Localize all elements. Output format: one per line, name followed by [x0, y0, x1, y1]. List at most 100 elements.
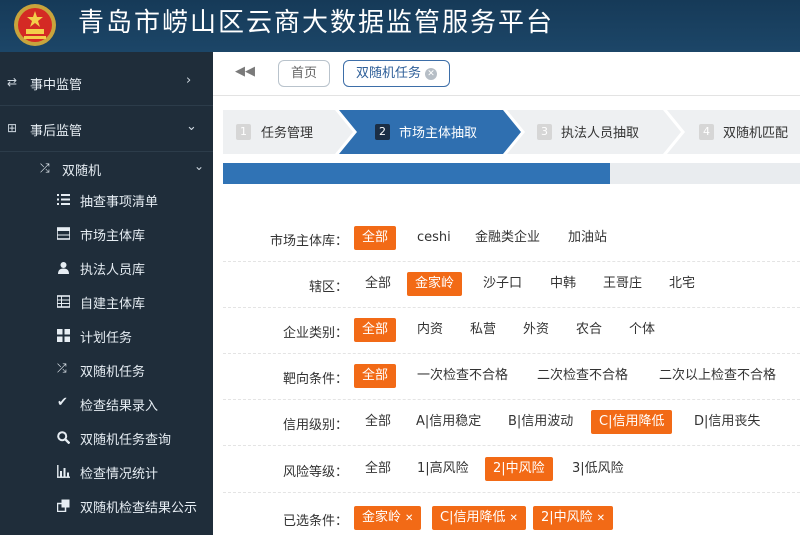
filter-row-district: 辖区： 全部 金家岭 沙子口 中韩 王哥庄 北宅 [223, 262, 800, 308]
filter-option-high-risk[interactable]: 1|高风险 [409, 457, 477, 481]
sidebar-item-custom-entity-library[interactable]: 自建主体库 [0, 285, 213, 319]
sidebar-item-label: 市场主体库 [80, 229, 146, 244]
filter-label: 已选条件： [282, 514, 348, 529]
step-task-management[interactable]: 1 任务管理 [223, 110, 353, 154]
selected-conditions-row: 已选条件： 金家岭 ✕ C|信用降低 ✕ 2|中风险 ✕ [223, 496, 800, 535]
filter-option-shazikou[interactable]: 沙子口 [475, 272, 530, 296]
sidebar-item-label: 自建主体库 [80, 297, 146, 312]
filter-label: 信用级别： [282, 418, 348, 433]
filter-option-individual[interactable]: 个体 [621, 318, 663, 342]
filter-option-first-fail[interactable]: 一次检查不合格 [409, 364, 516, 388]
sidebar-item-label: 事后监管 [30, 124, 83, 139]
step-number: 4 [699, 124, 714, 140]
filter-option-multi-fail[interactable]: 二次以上检查不合格 [651, 364, 784, 388]
filter-option-private[interactable]: 私营 [462, 318, 504, 342]
sidebar: ⇄ 事中监管 › ⊞ 事后监管 ⌄ ⤮ 双随机 ⌄ 抽查事项清单 市场主体库 执… [0, 52, 213, 535]
chip-label: C|信用降低 [440, 510, 506, 525]
filter-option-beizhai[interactable]: 北宅 [661, 272, 703, 296]
tab-label: 首页 [291, 66, 318, 81]
sidebar-item-task-query[interactable]: 双随机任务查询 [0, 421, 213, 455]
filter-option-mid-risk[interactable]: 2|中风险 [485, 457, 553, 481]
grid-table-icon [57, 295, 70, 308]
filter-option-wanggezhuang[interactable]: 王哥庄 [595, 272, 650, 296]
filter-option-jinjialing[interactable]: 金家岭 [407, 272, 463, 296]
filter-option-domestic[interactable]: 内资 [409, 318, 451, 342]
filter-row-credit-level: 信用级别： 全部 A|信用稳定 B|信用波动 C|信用降低 D|信用丧失 [223, 400, 800, 446]
remove-icon[interactable]: ✕ [405, 513, 413, 524]
filter-option-all[interactable]: 全部 [354, 318, 397, 342]
step-number: 2 [375, 124, 390, 140]
filter-option-low-risk[interactable]: 3|低风险 [564, 457, 632, 481]
filter-row-market-library: 市场主体库： 全部 ceshi 金融类企业 加油站 [223, 216, 800, 262]
step-number: 3 [537, 124, 552, 140]
filter-option-zhonghan[interactable]: 中韩 [542, 272, 584, 296]
filter-option-all[interactable]: 全部 [357, 410, 399, 434]
filter-option-ceshi[interactable]: ceshi [409, 226, 459, 250]
remove-icon[interactable]: ✕ [509, 513, 517, 524]
selected-chip[interactable]: 金家岭 ✕ [354, 506, 422, 530]
chip-label: 2|中风险 [541, 510, 593, 525]
step-wizard: 1 任务管理 2 市场主体抽取 3 执法人员抽取 4 双随机匹配 [223, 110, 800, 154]
sidebar-item-in-process-supervision[interactable]: ⇄ 事中监管 › [0, 60, 213, 106]
step-label: 执法人员抽取 [561, 126, 640, 141]
filter-label: 风险等级： [282, 465, 348, 480]
filter-option-all[interactable]: 全部 [354, 226, 397, 250]
filter-label: 辖区： [308, 280, 348, 295]
filter-label: 市场主体库： [269, 234, 348, 249]
progress-fill [223, 163, 610, 184]
shuffle-icon: ⤮ [57, 361, 67, 375]
step-enforcer-extraction[interactable]: 3 执法人员抽取 [507, 110, 681, 154]
sidebar-item-market-entity-library[interactable]: 市场主体库 [0, 217, 213, 251]
filter-option-cooperative[interactable]: 农合 [568, 318, 610, 342]
remove-icon[interactable]: ✕ [597, 513, 605, 524]
sidebar-item-label: 执法人员库 [80, 263, 146, 278]
filter-option-second-fail[interactable]: 二次检查不合格 [529, 364, 636, 388]
plus-square-icon: ⊞ [7, 121, 18, 135]
sidebar-item-label: 双随机任务 [80, 365, 146, 380]
sidebar-item-inspection-statistics[interactable]: 检查情况统计 [0, 455, 213, 489]
sidebar-item-label: 双随机任务查询 [80, 433, 172, 448]
filter-option-gas-station[interactable]: 加油站 [560, 226, 615, 250]
step-label: 任务管理 [261, 126, 314, 141]
filter-option-all[interactable]: 全部 [357, 272, 399, 296]
filter-option-credit-a[interactable]: A|信用稳定 [408, 410, 489, 434]
sidebar-item-result-publicity[interactable]: 双随机检查结果公示 [0, 489, 213, 523]
sidebar-group-double-random[interactable]: ⤮ 双随机 ⌄ [0, 152, 213, 186]
sidebar-item-enforcer-library[interactable]: 执法人员库 [0, 251, 213, 285]
filter-option-financial[interactable]: 金融类企业 [467, 226, 548, 250]
sidebar-item-plan-task[interactable]: 计划任务 [0, 319, 213, 353]
filter-option-foreign[interactable]: 外资 [515, 318, 557, 342]
selected-chip[interactable]: C|信用降低 ✕ [432, 506, 526, 530]
chevron-right-icon: › [186, 73, 192, 88]
step-label: 双随机匹配 [723, 126, 789, 141]
step-number: 1 [236, 124, 251, 140]
scroll-left-icon[interactable]: ◀◀ [235, 64, 255, 79]
filter-row-target-condition: 靶向条件： 全部 一次检查不合格 二次检查不合格 二次以上检查不合格 [223, 354, 800, 400]
sidebar-item-label: 双随机检查结果公示 [80, 501, 198, 516]
progress-bar [223, 163, 800, 184]
filter-option-all[interactable]: 全部 [357, 457, 399, 481]
filter-option-credit-d[interactable]: D|信用丧失 [686, 410, 768, 434]
search-icon [57, 431, 70, 444]
user-icon [58, 262, 69, 274]
th-large-icon [57, 329, 70, 342]
step-market-entity-extraction[interactable]: 2 市场主体抽取 [339, 110, 521, 154]
tab-label: 双随机任务 [356, 66, 422, 81]
sidebar-item-post-supervision[interactable]: ⊞ 事后监管 ⌄ [0, 106, 213, 152]
filter-option-all[interactable]: 全部 [354, 364, 397, 388]
tab-double-random-task[interactable]: 双随机任务 ✕ [343, 60, 451, 87]
filter-option-credit-b[interactable]: B|信用波动 [500, 410, 581, 434]
sidebar-item-result-entry[interactable]: ✔ 检查结果录入 [0, 387, 213, 421]
tab-home[interactable]: 首页 [278, 60, 331, 87]
chevron-down-icon: ⌄ [186, 119, 197, 134]
sidebar-group-label: 双随机 [62, 164, 102, 179]
filter-option-credit-c[interactable]: C|信用降低 [591, 410, 673, 434]
sidebar-item-label: 抽查事项清单 [80, 195, 159, 210]
sidebar-item-label: 计划任务 [80, 331, 133, 346]
selected-chip[interactable]: 2|中风险 ✕ [533, 506, 614, 530]
close-icon[interactable]: ✕ [425, 68, 438, 80]
step-double-random-matching[interactable]: 4 双随机匹配 [667, 110, 800, 154]
sidebar-item-label: 检查情况统计 [80, 467, 159, 482]
sidebar-item-double-random-task[interactable]: ⤮ 双随机任务 [0, 353, 213, 387]
sidebar-item-inspection-list[interactable]: 抽查事项清单 [0, 183, 213, 217]
